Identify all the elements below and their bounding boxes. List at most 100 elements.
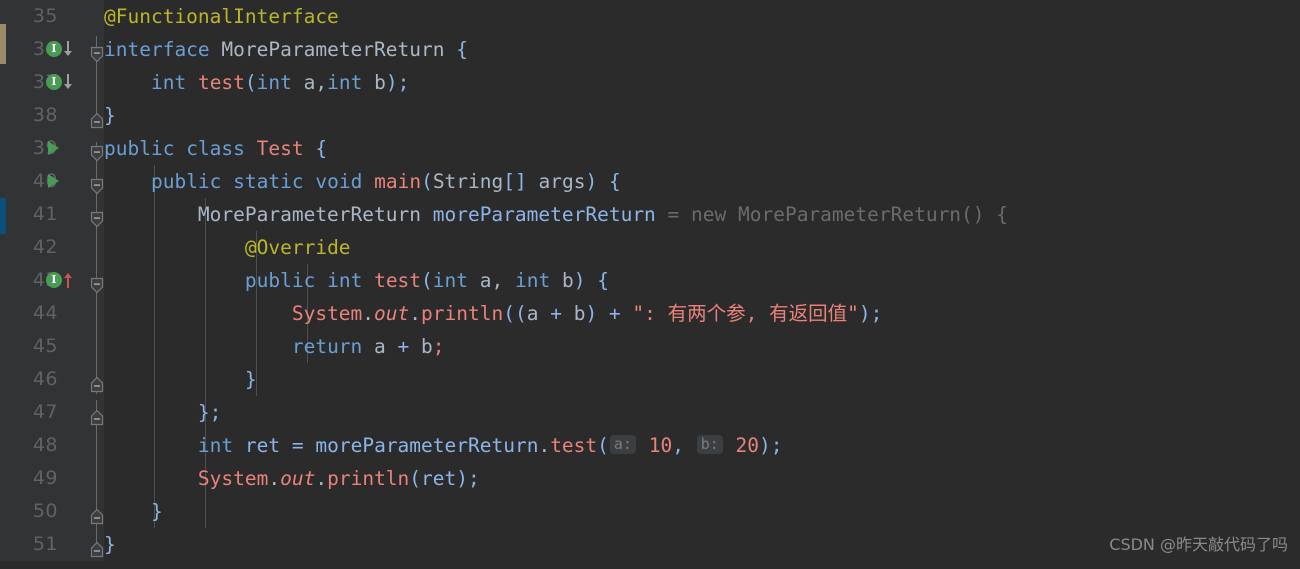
code-token: new MoreParameterReturn() { — [691, 203, 1009, 226]
code-token: println — [327, 467, 410, 490]
code-token: int — [432, 269, 469, 292]
code-line[interactable]: 36Iinterface MoreParameterReturn { — [0, 33, 1300, 66]
run-gutter-icon[interactable] — [48, 174, 59, 188]
code-token: , — [672, 434, 696, 457]
code-token: MoreParameterReturn — [197, 203, 421, 226]
code-token: + — [538, 302, 574, 325]
overriding-method-icon[interactable]: I — [46, 272, 62, 288]
implemented-interface-icon[interactable]: I — [46, 41, 62, 57]
code-token: @FunctionalInterface — [104, 5, 339, 28]
run-gutter-icon[interactable] — [48, 141, 59, 155]
gutter-icon-group[interactable]: I — [46, 40, 80, 60]
line-number: 41 — [32, 203, 58, 225]
code-line[interactable]: 40 public static void main(String[] args… — [0, 165, 1300, 198]
overrides-up-arrow-icon[interactable] — [62, 271, 74, 289]
code-line[interactable]: 47 }; — [0, 396, 1300, 429]
code-token: ); — [385, 71, 410, 94]
fold-toggle[interactable] — [89, 206, 105, 228]
code-line[interactable]: 51} — [0, 528, 1300, 561]
fold-toggle[interactable] — [89, 404, 105, 426]
gutter-icon-group[interactable] — [46, 139, 80, 159]
inlay-hint-param-b[interactable]: b: — [696, 435, 723, 454]
code-token: = — [280, 434, 316, 457]
code-line[interactable]: 46 } — [0, 363, 1300, 396]
fold-toggle[interactable] — [89, 536, 105, 558]
fold-toggle[interactable] — [89, 41, 105, 63]
code-token: a, — [291, 71, 328, 94]
code-token: } — [104, 533, 116, 556]
code-line[interactable]: 45 return a + b; — [0, 330, 1300, 363]
code-line[interactable]: 44 System.out.println((a + b) + ": 有两个参,… — [0, 297, 1300, 330]
fold-toggle[interactable] — [89, 272, 105, 294]
code-line[interactable]: 41 MoreParameterReturn moreParameterRetu… — [0, 198, 1300, 231]
code-token: { — [315, 137, 328, 160]
code-line[interactable]: 50 } — [0, 495, 1300, 528]
code-text: System.out.println(ret); — [104, 462, 480, 495]
code-token: ; — [432, 335, 445, 358]
code-token: ret — [244, 434, 281, 457]
code-token: test — [374, 269, 422, 292]
code-token: static — [233, 170, 304, 193]
gutter-icon-group[interactable] — [46, 172, 80, 192]
code-token: String — [432, 170, 504, 193]
inlay-hint-param-a[interactable]: a: — [609, 435, 636, 454]
code-editor[interactable]: 35 @FunctionalInterface 36Iinterface MoreP… — [0, 0, 1300, 561]
line-number: 48 — [32, 434, 58, 456]
code-token: + — [385, 335, 422, 358]
code-token: int — [327, 71, 363, 94]
code-token: a, — [468, 269, 515, 292]
code-token: int — [150, 71, 187, 94]
fold-toggle[interactable] — [89, 371, 105, 393]
code-line[interactable]: 49 System.out.println(ret); — [0, 462, 1300, 495]
code-line[interactable]: 37I int test(int a,int b); — [0, 66, 1300, 99]
code-token: return — [291, 335, 363, 358]
code-token: moreParameterReturn — [315, 434, 539, 457]
code-token: int — [327, 269, 363, 292]
code-line[interactable]: 35 @FunctionalInterface — [0, 0, 1300, 33]
line-number: 47 — [32, 401, 58, 423]
fold-toggle[interactable] — [89, 503, 105, 525]
fold-toggle[interactable] — [89, 173, 105, 195]
code-token: { — [456, 38, 468, 61]
code-token: moreParameterReturn — [432, 203, 656, 226]
code-token: ( — [421, 170, 433, 193]
code-token: main — [374, 170, 422, 193]
code-text: return a + b; — [104, 330, 445, 363]
implemented-down-arrow-icon[interactable] — [62, 40, 74, 58]
gutter-icon-group[interactable]: I — [46, 271, 80, 291]
code-text: } — [104, 495, 163, 528]
code-token: Test — [256, 137, 304, 160]
code-token: 20 — [723, 434, 759, 457]
implemented-interface-icon[interactable]: I — [46, 74, 62, 90]
code-line[interactable]: 43I public int test(int a, int b) { — [0, 264, 1300, 297]
code-token: ( — [421, 269, 433, 292]
code-line[interactable]: 42 @Override — [0, 231, 1300, 264]
code-line[interactable]: 48 int ret = moreParameterReturn.test(a:… — [0, 429, 1300, 462]
code-line[interactable]: 39 public class Test { — [0, 132, 1300, 165]
code-token: System — [291, 302, 363, 325]
fold-toggle[interactable] — [89, 140, 105, 162]
code-text: interface MoreParameterReturn { — [104, 33, 468, 66]
code-text: public static void main(String[] args) { — [104, 165, 621, 198]
code-text: } — [104, 528, 116, 561]
gutter-icon-group[interactable]: I — [46, 73, 80, 93]
code-token: + — [597, 302, 633, 325]
code-line[interactable]: 38} — [0, 99, 1300, 132]
code-token: b — [421, 335, 433, 358]
code-token: (( — [503, 302, 527, 325]
fold-toggle[interactable] — [89, 107, 105, 129]
line-number: 46 — [32, 368, 58, 390]
implemented-down-arrow-icon[interactable] — [62, 73, 74, 91]
code-token: int — [256, 71, 292, 94]
watermark: CSDN @昨天敲代码了吗 — [1109, 535, 1288, 554]
